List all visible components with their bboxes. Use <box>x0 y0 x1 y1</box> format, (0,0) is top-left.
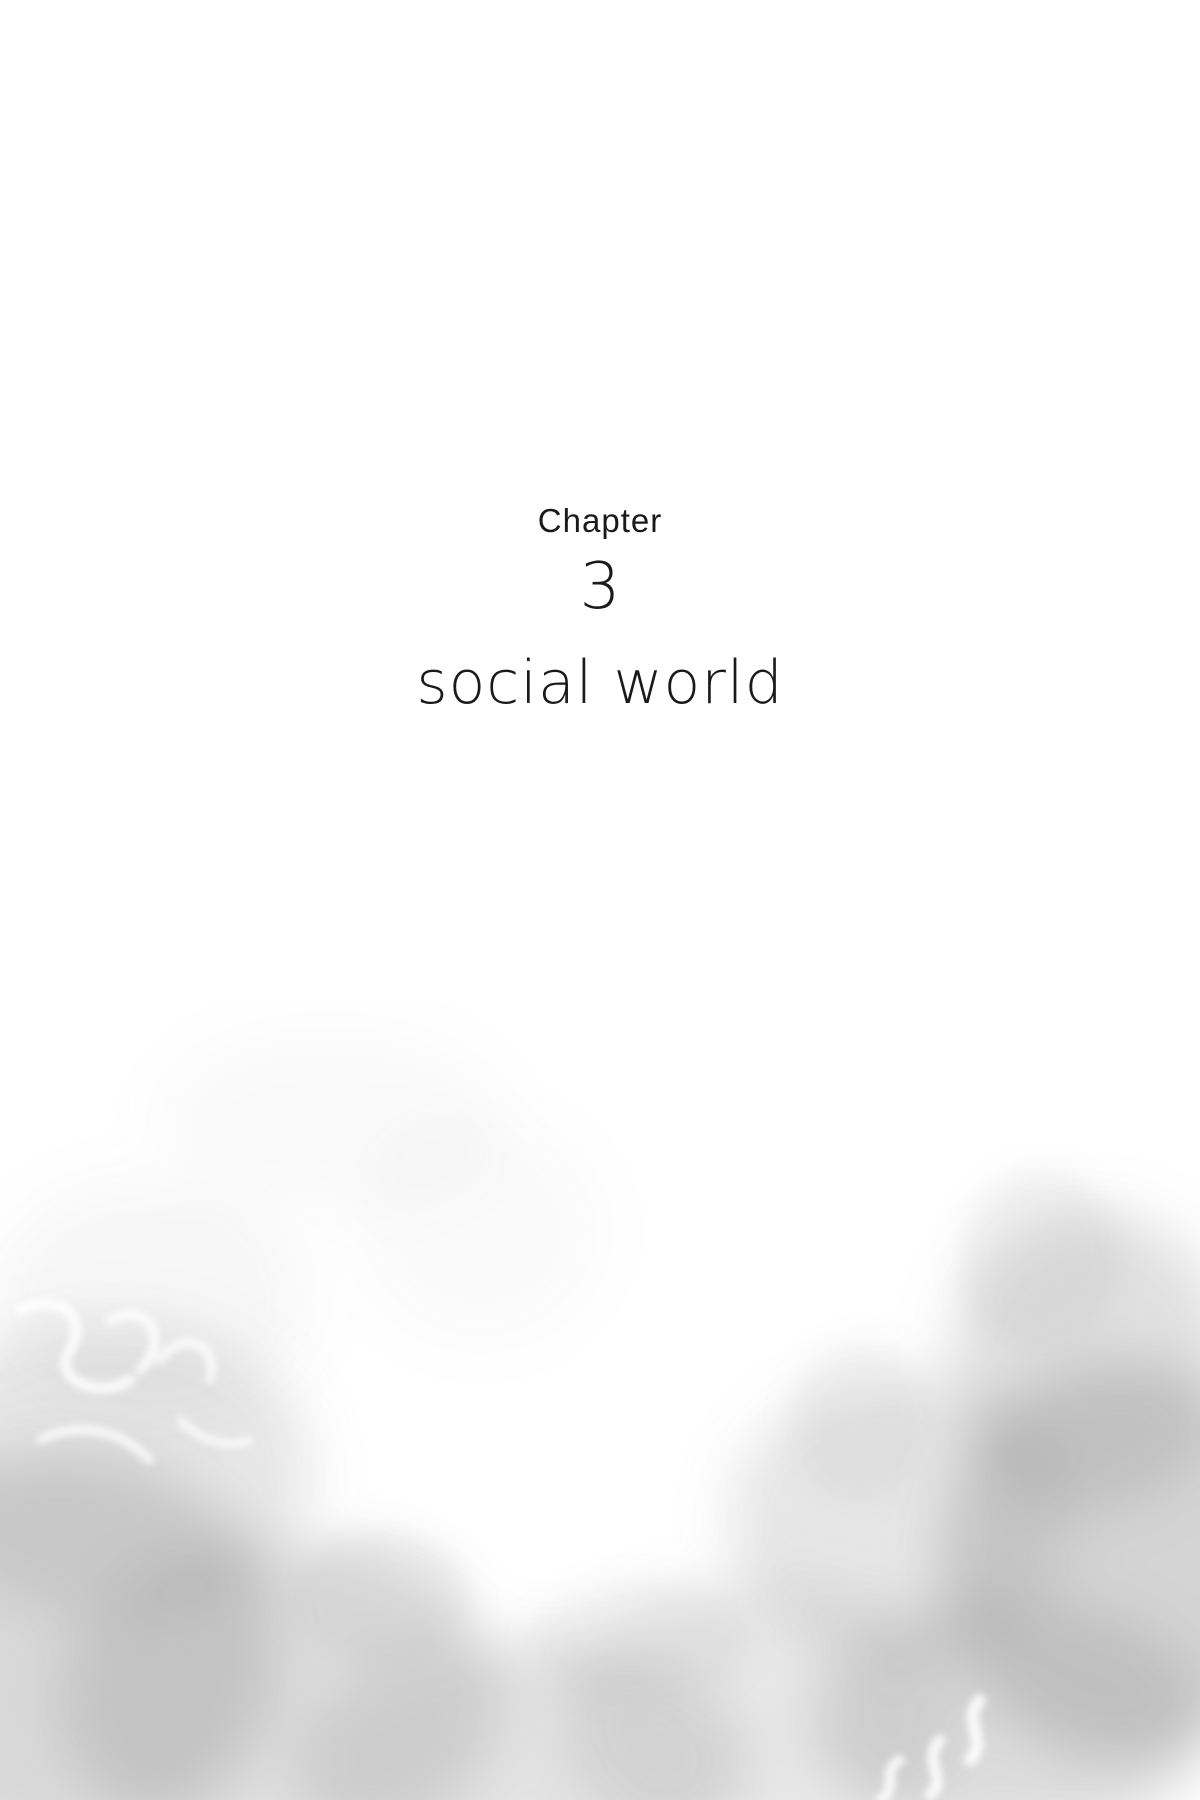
chapter-title-page: Chapter 3 social world <box>0 0 1200 1800</box>
chapter-label: Chapter <box>537 502 663 539</box>
chapter-number: 3 <box>579 550 621 624</box>
chapter-title: social world <box>416 648 784 718</box>
watercolor-wash-illustration <box>0 1030 1200 1800</box>
